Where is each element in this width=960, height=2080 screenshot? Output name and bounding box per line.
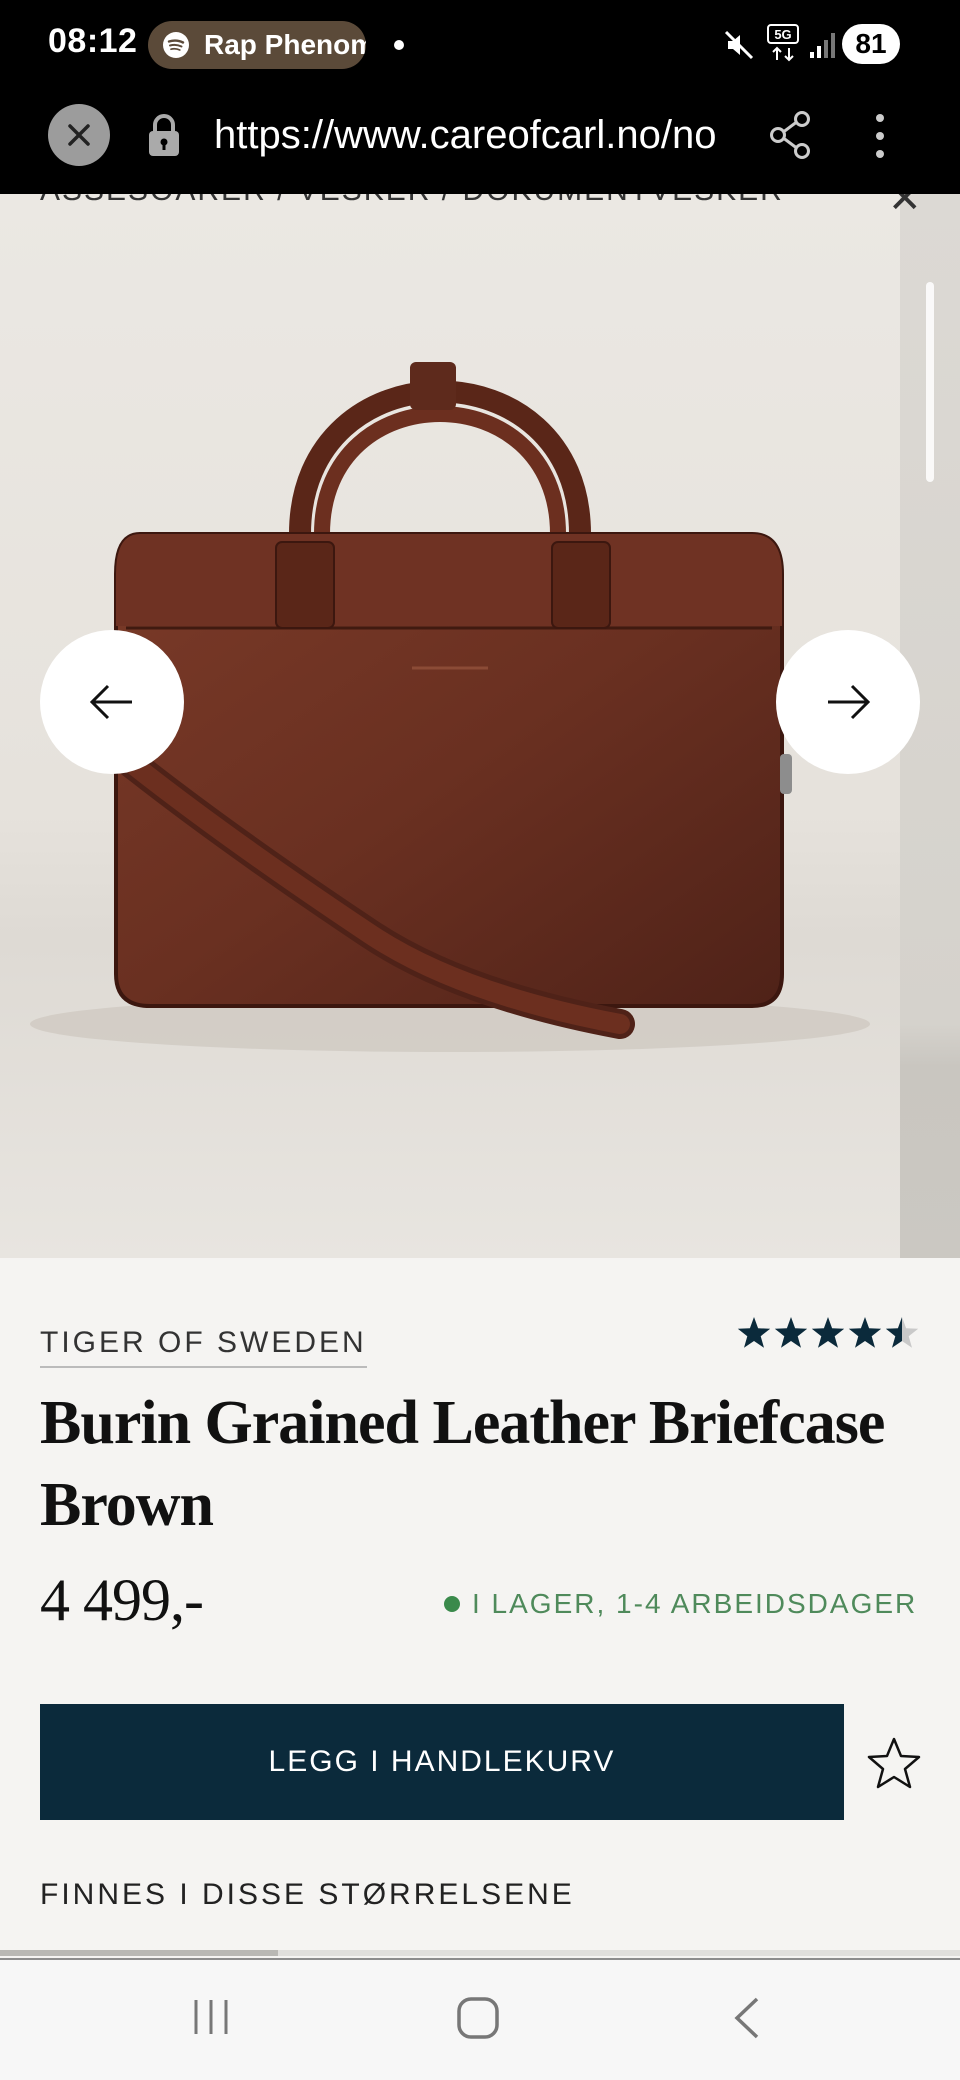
signal-icon [810, 33, 835, 58]
add-to-cart-button[interactable]: LEGG I HANDLEKURV [40, 1704, 844, 1820]
notification-dot [394, 40, 404, 50]
product-gallery[interactable]: ASSESOARER / VESKER / DOKUMENTVESKER ✕ [0, 194, 960, 1258]
back-icon[interactable] [732, 1996, 762, 2040]
stock-dot-icon [444, 1596, 460, 1612]
product-price: 4 499,- [40, 1567, 204, 1633]
arrow-right-icon [828, 684, 871, 720]
share-icon[interactable] [768, 110, 812, 160]
url-field[interactable]: https://www.careofcarl.no/no [214, 113, 730, 158]
rating-star [885, 1317, 919, 1348]
mute-icon [724, 30, 754, 60]
rating-star [811, 1317, 845, 1348]
recents-icon[interactable] [190, 1996, 232, 2038]
gallery-scrollbar[interactable] [926, 282, 934, 482]
next-image-button[interactable] [776, 630, 920, 774]
system-nav-bar [0, 1958, 960, 2080]
network-label: 5G [774, 27, 791, 42]
network-5g-icon: 5G [767, 24, 799, 62]
gallery-progress [0, 1950, 960, 1956]
close-tab-button[interactable] [48, 104, 110, 166]
star-outline-icon[interactable] [864, 1734, 924, 1794]
more-vertical-icon[interactable] [868, 110, 892, 162]
stock-text: I LAGER, 1-4 ARBEIDSDAGER [472, 1588, 918, 1619]
status-bar: 08:12 Rap Phenom 5G 81 [0, 0, 960, 88]
arrow-left-icon [89, 684, 132, 720]
spotify-icon [163, 32, 189, 58]
lock-icon[interactable] [146, 112, 182, 158]
browser-toolbar: https://www.careofcarl.no/no [0, 88, 960, 194]
rating-star [737, 1317, 771, 1348]
stock-status: I LAGER, 1-4 ARBEIDSDAGER [444, 1588, 917, 1620]
close-icon [68, 124, 90, 146]
rating-stars[interactable] [736, 1314, 920, 1354]
gallery-progress-fill [0, 1950, 279, 1956]
product-title: Burin Grained Leather Briefcase Brown [40, 1389, 885, 1539]
rating-star [774, 1317, 808, 1348]
rating-star [848, 1317, 882, 1348]
brand-link[interactable]: TIGER OF SWEDEN [40, 1326, 367, 1368]
clock: 08:12 [48, 22, 138, 60]
previous-image-button[interactable] [40, 630, 184, 774]
now-playing-pill[interactable]: Rap Phenom [148, 21, 366, 69]
battery-indicator: 81 [842, 24, 900, 64]
home-icon[interactable] [456, 1996, 500, 2040]
sizes-heading: FINNES I DISSE STØRRELSENE [40, 1878, 575, 1911]
now-playing-text: Rap Phenom [204, 29, 366, 60]
